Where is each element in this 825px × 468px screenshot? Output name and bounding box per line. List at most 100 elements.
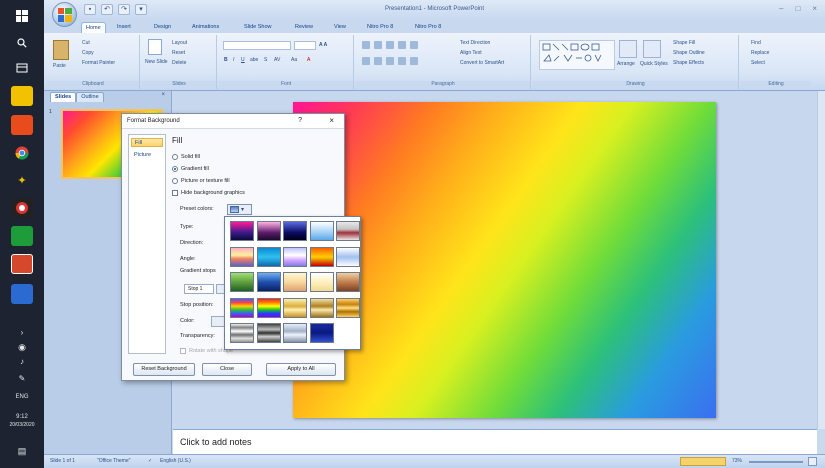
chevron-up-icon[interactable]: ›	[6, 328, 38, 337]
language-status[interactable]: English (U.S.)	[160, 458, 191, 464]
preset-gradient-swatch-4[interactable]	[309, 221, 334, 241]
paste-icon[interactable]	[53, 40, 69, 60]
hide-graphics-option[interactable]: Hide background graphics	[172, 188, 245, 197]
preset-gradient-swatch-8[interactable]	[283, 246, 307, 267]
green-app-icon[interactable]	[11, 226, 33, 246]
rotate-with-shape-checkbox[interactable]	[180, 347, 186, 354]
nav-picture[interactable]: Picture	[131, 151, 163, 160]
fit-to-window-icon[interactable]	[808, 457, 817, 466]
blue-app-icon[interactable]	[11, 284, 33, 304]
char-spacing-icon[interactable]: AV	[274, 57, 280, 63]
format-painter-button[interactable]: Format Painter	[82, 60, 115, 66]
tab-insert[interactable]: Insert	[113, 22, 135, 33]
new-slide-button[interactable]: New Slide	[145, 59, 168, 65]
minimize-button[interactable]: –	[779, 4, 783, 13]
picture-fill-radio[interactable]	[172, 177, 178, 184]
arrange-button[interactable]: Arrange	[617, 61, 635, 67]
preset-gradient-swatch-21[interactable]	[230, 323, 254, 343]
volume-icon[interactable]: ♪	[6, 357, 38, 366]
reset-background-button[interactable]: Reset Background	[133, 363, 195, 376]
justify-icon[interactable]	[398, 57, 406, 65]
convert-smartart-button[interactable]: Convert to SmartArt	[460, 60, 504, 66]
bullets-icon[interactable]	[362, 41, 370, 49]
change-case-icon[interactable]: Aa	[291, 57, 297, 63]
network-icon[interactable]: ◉	[6, 342, 38, 353]
shape-effects-button[interactable]: Shape Effects	[673, 60, 704, 66]
task-view-icon[interactable]	[11, 58, 33, 78]
preset-gradient-swatch-9[interactable]	[309, 246, 334, 267]
solid-fill-option[interactable]: Solid fill	[172, 152, 200, 161]
numbering-icon[interactable]	[374, 41, 382, 49]
powerpoint-taskbar-icon[interactable]	[11, 254, 33, 274]
preset-gradient-swatch-6[interactable]	[230, 246, 254, 267]
copy-button[interactable]: Copy	[82, 50, 94, 56]
quick-styles-button[interactable]: Quick Styles	[640, 61, 668, 67]
vertical-scrollbar[interactable]	[817, 91, 825, 429]
grow-font-icon[interactable]: A A	[319, 42, 327, 48]
apply-to-all-button[interactable]: Apply to All	[266, 363, 336, 376]
nav-fill[interactable]: Fill	[131, 138, 163, 147]
dialog-close-button[interactable]: ×	[329, 116, 334, 125]
tab-review[interactable]: Review	[291, 22, 317, 33]
maximize-button[interactable]: □	[795, 4, 800, 13]
preset-gradient-swatch-10[interactable]	[336, 246, 360, 267]
gradient-fill-option[interactable]: Gradient fill	[172, 164, 209, 173]
language-indicator[interactable]: ENG	[6, 394, 38, 400]
tab-nitro-pro-1[interactable]: Nitro Pro 8	[363, 22, 397, 33]
zoom-slider[interactable]	[749, 461, 803, 463]
close-panel-icon[interactable]: ×	[161, 92, 165, 98]
select-button[interactable]: Select	[751, 60, 765, 66]
preset-gradient-swatch-1[interactable]	[230, 221, 254, 241]
solid-fill-radio[interactable]	[172, 153, 178, 160]
reset-button[interactable]: Reset	[172, 50, 185, 56]
align-text-button[interactable]: Align Text	[460, 50, 482, 56]
help-icon[interactable]: ?	[298, 117, 302, 124]
preset-gradient-swatch-18[interactable]	[283, 297, 307, 318]
stop-select[interactable]: Stop 1	[184, 284, 214, 294]
zoom-level[interactable]: 73%	[732, 458, 742, 464]
preset-gradient-swatch-7[interactable]	[256, 246, 281, 267]
delete-button[interactable]: Delete	[172, 60, 186, 66]
columns-icon[interactable]	[410, 57, 418, 65]
preset-gradient-swatch-15[interactable]	[336, 272, 360, 292]
tab-animations[interactable]: Animations	[188, 22, 223, 33]
spell-check-icon[interactable]: ✓	[148, 458, 152, 464]
bold-icon[interactable]: B	[224, 57, 228, 63]
gradient-fill-radio[interactable]	[172, 165, 178, 172]
layout-button[interactable]: Layout	[172, 40, 187, 46]
view-buttons[interactable]	[680, 457, 726, 466]
shapes-gallery[interactable]	[539, 40, 615, 70]
line-spacing-icon[interactable]	[410, 41, 418, 49]
preset-gradient-swatch-13[interactable]	[283, 272, 307, 292]
find-button[interactable]: Find	[751, 40, 761, 46]
pen-icon[interactable]: ✎	[6, 374, 38, 383]
align-center-icon[interactable]	[374, 57, 382, 65]
tab-slides[interactable]: Slides	[50, 92, 77, 102]
preset-gradient-swatch-3[interactable]	[283, 221, 307, 241]
color-picker-button[interactable]	[211, 316, 225, 327]
strikethrough-icon[interactable]: abe	[250, 57, 258, 63]
windows-start-icon[interactable]	[11, 6, 33, 26]
preset-gradient-swatch-22[interactable]	[256, 323, 281, 343]
underline-icon[interactable]: U	[241, 57, 245, 63]
preset-gradient-swatch-5[interactable]	[336, 221, 360, 241]
file-explorer-icon[interactable]	[11, 86, 33, 106]
media-app-icon[interactable]	[11, 198, 33, 218]
preset-gradient-swatch-11[interactable]	[230, 272, 254, 292]
dialog-close-action-button[interactable]: Close	[202, 363, 252, 376]
align-right-icon[interactable]	[386, 57, 394, 65]
replace-button[interactable]: Replace	[751, 50, 769, 56]
font-color-icon[interactable]: A	[307, 57, 310, 63]
preset-gradient-swatch-12[interactable]	[256, 272, 281, 292]
tab-view[interactable]: View	[330, 22, 350, 33]
tab-home[interactable]: Home	[81, 22, 106, 33]
font-name-field[interactable]	[223, 41, 291, 50]
decrease-indent-icon[interactable]	[386, 41, 394, 49]
preset-gradient-swatch-19[interactable]	[309, 297, 334, 318]
picture-fill-option[interactable]: Picture or texture fill	[172, 176, 230, 185]
preset-gradient-swatch-23[interactable]	[283, 323, 307, 343]
paste-button[interactable]: Paste	[53, 63, 66, 69]
preset-gradient-swatch-16[interactable]	[230, 297, 254, 318]
new-slide-icon[interactable]	[148, 39, 162, 55]
align-left-icon[interactable]	[362, 57, 370, 65]
